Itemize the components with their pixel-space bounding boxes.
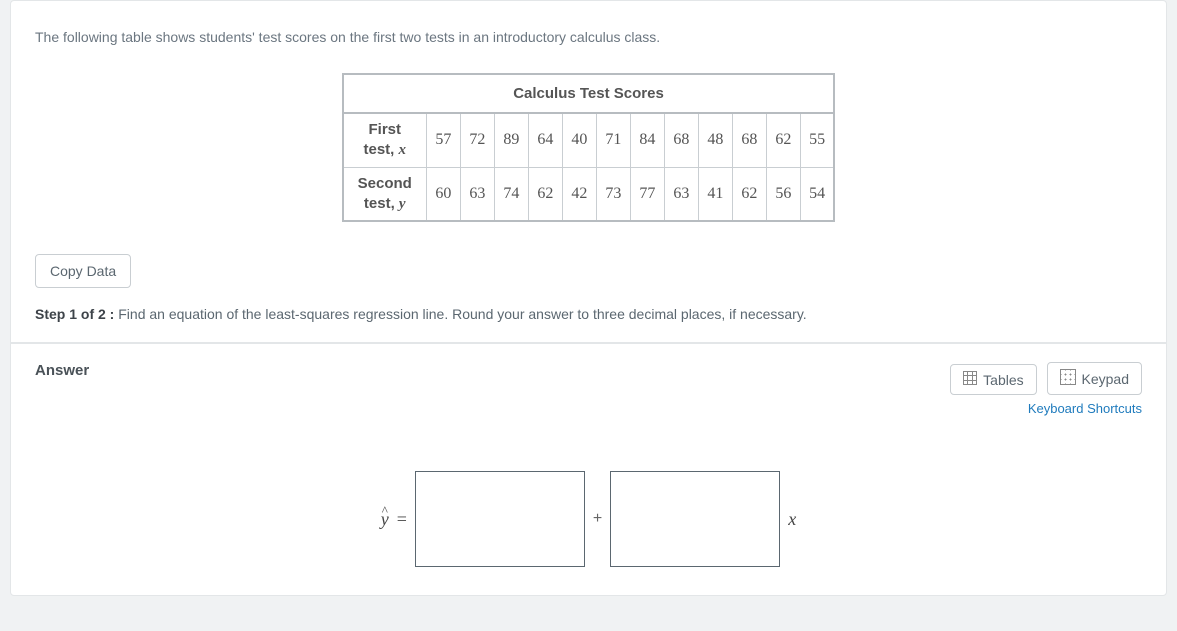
keyboard-shortcuts-link[interactable]: Keyboard Shortcuts (944, 401, 1142, 416)
step-instruction: Step 1 of 2 : Find an equation of the le… (35, 306, 1142, 322)
r2c6: 73 (596, 167, 630, 221)
question-prompt: The following table shows students' test… (35, 29, 1142, 45)
r2c10: 62 (732, 167, 766, 221)
r1c12: 55 (800, 113, 834, 167)
r2c7: 77 (630, 167, 664, 221)
r2c8: 63 (664, 167, 698, 221)
r2c1: 60 (426, 167, 460, 221)
r2c11: 56 (766, 167, 800, 221)
r1c3: 89 (494, 113, 528, 167)
scores-table: Calculus Test Scores First test, x 57 72… (342, 73, 836, 222)
row2-label: Second test, y (343, 167, 427, 221)
r2c9: 41 (698, 167, 732, 221)
r1c8: 68 (664, 113, 698, 167)
r2c12: 54 (800, 167, 834, 221)
r1c6: 71 (596, 113, 630, 167)
table-title: Calculus Test Scores (343, 74, 835, 113)
r1c5: 40 (562, 113, 596, 167)
r2c3: 74 (494, 167, 528, 221)
r1c2: 72 (460, 113, 494, 167)
r1c11: 62 (766, 113, 800, 167)
equals-sign: = (397, 509, 407, 530)
r2c4: 62 (528, 167, 562, 221)
r1c1: 57 (426, 113, 460, 167)
equation-row: ^y = + x (35, 471, 1142, 567)
slope-input[interactable] (610, 471, 780, 567)
tables-icon (963, 371, 977, 388)
r1c10: 68 (732, 113, 766, 167)
intercept-input[interactable] (415, 471, 585, 567)
r1c7: 84 (630, 113, 664, 167)
keypad-button[interactable]: Keypad (1047, 362, 1142, 395)
y-hat-symbol: ^y (381, 509, 389, 530)
r2c5: 42 (562, 167, 596, 221)
r2c2: 63 (460, 167, 494, 221)
x-variable: x (788, 509, 796, 530)
answer-label: Answer (35, 362, 89, 379)
plus-sign: + (593, 510, 602, 528)
keypad-icon (1060, 369, 1076, 388)
r1c9: 48 (698, 113, 732, 167)
row1-label: First test, x (343, 113, 427, 167)
tables-button[interactable]: Tables (950, 364, 1036, 395)
copy-data-button[interactable]: Copy Data (35, 254, 131, 288)
r1c4: 64 (528, 113, 562, 167)
